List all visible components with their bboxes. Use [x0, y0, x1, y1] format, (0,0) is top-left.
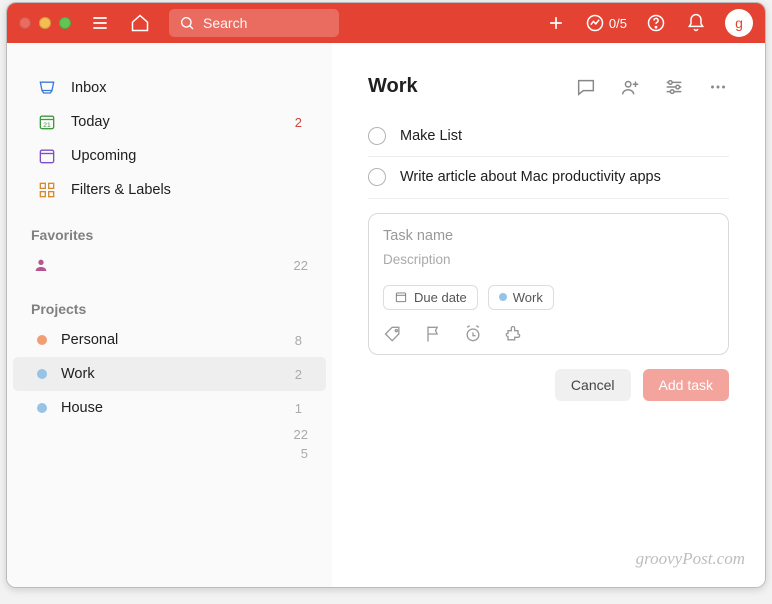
menu-icon[interactable] — [89, 12, 111, 34]
project-chip[interactable]: Work — [488, 285, 554, 310]
task-editor: Due date Work — [368, 213, 729, 355]
svg-text:21: 21 — [43, 122, 51, 129]
add-task-icon[interactable] — [545, 12, 567, 34]
app-body: Inbox 21 Today 2 Upcoming Filters & Labe… — [7, 43, 765, 587]
account-button[interactable]: g — [725, 9, 753, 37]
search-input[interactable] — [203, 15, 323, 31]
app-window: 0/5 g Inbox 21 Today 2 Upcoming — [6, 2, 766, 588]
close-window-button[interactable] — [19, 17, 31, 29]
nav-today[interactable]: 21 Today 2 — [13, 105, 326, 139]
avatar-letter: g — [735, 15, 743, 31]
project-item-personal[interactable]: Personal 8 — [13, 323, 326, 357]
editor-buttons: Cancel Add task — [368, 369, 729, 401]
project-count: 2 — [295, 367, 302, 382]
extension-icon[interactable] — [503, 324, 523, 344]
upcoming-icon — [37, 146, 57, 166]
productivity-count: 0/5 — [609, 16, 627, 31]
task-title: Make List — [400, 126, 462, 146]
help-icon[interactable] — [645, 12, 667, 34]
task-description-input[interactable] — [383, 246, 714, 277]
productivity-icon — [585, 13, 605, 33]
project-name: Work — [61, 366, 95, 382]
more-icon[interactable] — [707, 76, 729, 98]
project-item-work[interactable]: Work 2 — [13, 357, 326, 391]
zoom-window-button[interactable] — [59, 17, 71, 29]
project-item-house[interactable]: House 1 — [13, 391, 326, 425]
project-title: Work — [368, 75, 418, 98]
project-count: 8 — [295, 333, 302, 348]
productivity-button[interactable]: 0/5 — [585, 13, 627, 33]
search-icon — [179, 15, 195, 31]
minimize-window-button[interactable] — [39, 17, 51, 29]
main-actions — [575, 76, 729, 98]
project-chip-label: Work — [513, 290, 543, 305]
project-color-dot — [37, 335, 47, 345]
view-options-icon[interactable] — [663, 76, 685, 98]
nav-filters[interactable]: Filters & Labels — [13, 173, 326, 207]
person-icon — [31, 255, 51, 275]
project-color-dot — [37, 403, 47, 413]
archived-count: 5 — [7, 444, 332, 463]
sidebar: Inbox 21 Today 2 Upcoming Filters & Labe… — [7, 43, 332, 587]
project-color-dot — [37, 369, 47, 379]
project-count: 1 — [295, 401, 302, 416]
favorite-item[interactable]: 22 — [7, 249, 332, 281]
project-name: House — [61, 400, 103, 416]
editor-chips: Due date Work — [383, 285, 714, 310]
task-row[interactable]: Make List — [368, 116, 729, 157]
label-icon[interactable] — [383, 324, 403, 344]
main-panel: Work Make List Write article about Mac p… — [332, 43, 765, 587]
nav-inbox[interactable]: Inbox — [13, 71, 326, 105]
archived-count: 22 — [7, 425, 332, 444]
nav-filters-label: Filters & Labels — [71, 182, 171, 198]
window-controls — [19, 17, 71, 29]
project-name: Personal — [61, 332, 118, 348]
due-date-label: Due date — [414, 290, 467, 305]
task-name-input[interactable] — [383, 226, 714, 246]
notifications-icon[interactable] — [685, 12, 707, 34]
comments-icon[interactable] — [575, 76, 597, 98]
nav-upcoming-label: Upcoming — [71, 148, 136, 164]
favorites-header[interactable]: Favorites — [7, 207, 332, 249]
main-header: Work — [368, 75, 729, 98]
title-bar: 0/5 g — [7, 3, 765, 43]
calendar-icon — [394, 290, 408, 304]
filters-icon — [37, 180, 57, 200]
cancel-button[interactable]: Cancel — [555, 369, 631, 401]
add-task-button[interactable]: Add task — [643, 369, 729, 401]
reminder-icon[interactable] — [463, 324, 483, 344]
inbox-icon — [37, 78, 57, 98]
nav-today-label: Today — [71, 114, 110, 130]
today-icon: 21 — [37, 112, 57, 132]
editor-footer-icons — [383, 320, 714, 344]
due-date-chip[interactable]: Due date — [383, 285, 478, 310]
nav-today-count: 2 — [295, 115, 302, 130]
share-icon[interactable] — [619, 76, 641, 98]
nav-upcoming[interactable]: Upcoming — [13, 139, 326, 173]
task-checkbox[interactable] — [368, 127, 386, 145]
task-title: Write article about Mac productivity app… — [400, 167, 661, 187]
task-checkbox[interactable] — [368, 168, 386, 186]
project-color-dot — [499, 293, 507, 301]
nav-inbox-label: Inbox — [71, 80, 106, 96]
task-row[interactable]: Write article about Mac productivity app… — [368, 157, 729, 198]
watermark: groovyPost.com — [636, 549, 745, 569]
search-field[interactable] — [169, 9, 339, 37]
priority-flag-icon[interactable] — [423, 324, 443, 344]
home-icon[interactable] — [129, 12, 151, 34]
favorite-count: 22 — [294, 258, 308, 273]
projects-header[interactable]: Projects — [7, 281, 332, 323]
